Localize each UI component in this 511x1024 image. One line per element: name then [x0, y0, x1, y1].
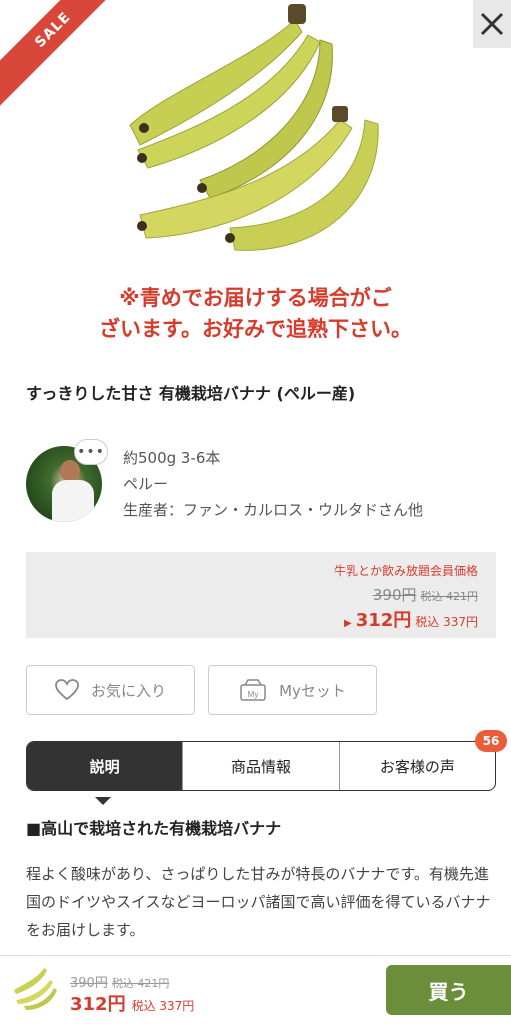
notice-line-1: ※青めでお届けする場合がご [119, 286, 392, 310]
favorite-button[interactable]: お気に入り [26, 665, 195, 715]
basket-icon: My [240, 679, 266, 701]
sale-badge: SALE [0, 0, 140, 123]
heart-icon [55, 679, 79, 701]
notice-line-2: ざいます。お好みで追熟下さい。 [99, 317, 412, 341]
favorite-label: お気に入り [90, 681, 166, 700]
product-image-area: SALE ※青めでお届けする場合がご ざいます。お好みで追熟下さい。 [0, 0, 511, 355]
bottom-regular-price: 390円 [70, 976, 108, 991]
producer-name: 生産者：ファン・カルロス・ウルタドさん他 [123, 501, 424, 519]
description-heading: ■高山で栽培された有機栽培バナナ [26, 819, 282, 838]
ripening-notice: ※青めでお届けする場合がご ざいます。お好みで追熟下さい。 [0, 283, 511, 345]
bottom-sale-price: 312円 [70, 994, 126, 1015]
basket-icon-text: My [248, 690, 259, 699]
myset-label: Myセット [279, 681, 346, 700]
myset-button[interactable]: My Myセット [208, 665, 377, 715]
banana-image [129, 4, 379, 251]
buy-button[interactable]: 買う [386, 965, 511, 1015]
bottom-regular-price-row: 390円 税込 421円 [70, 972, 169, 991]
detail-tabs: 説明 商品情報 お客様の声 [26, 741, 496, 791]
sale-price-row: ▶ 312円 税込 337円 [344, 606, 478, 632]
close-icon [480, 12, 504, 36]
bottom-regular-price-tax: 税込 421円 [111, 977, 170, 990]
product-title: すっきりした甘さ 有機栽培バナナ (ペルー産) [26, 384, 356, 403]
tab-description[interactable]: 説明 [27, 742, 183, 790]
avatar-shirt [52, 480, 94, 522]
bottom-sale-price-tax: 税込 337円 [131, 999, 195, 1013]
sale-price-tax: 税込 337円 [415, 615, 478, 629]
bottom-sale-price-row: 312円 税込 337円 [70, 990, 194, 1016]
regular-price: 390円 [372, 586, 417, 604]
sale-price: 312円 [355, 610, 412, 631]
price-panel: 牛乳とか飲み放題会員価格 390円 税込 421円 ▶ 312円 税込 337円 [26, 552, 496, 638]
product-origin: ペルー [123, 475, 169, 493]
bottom-purchase-bar: 390円 税込 421円 312円 税込 337円 買う [0, 955, 511, 1024]
tab-customer-reviews[interactable]: お客様の声 [338, 742, 495, 790]
avatar-face [60, 460, 80, 482]
review-count-badge: 56 [475, 730, 507, 752]
active-tab-pointer [95, 790, 111, 805]
product-amount: 約500g 3-6本 [123, 449, 221, 467]
producer-comment-bubble-icon[interactable]: ••• [74, 439, 108, 465]
regular-price-tax: 税込 421円 [420, 590, 479, 603]
sale-ribbon: SALE [0, 0, 140, 140]
description-body: 程よく酸味があり、さっぱりした甘みが特長のバナナです。有機先進国のドイツやスイス… [26, 865, 491, 939]
price-arrow-icon: ▶ [343, 618, 352, 629]
close-button[interactable] [473, 0, 511, 48]
product-thumbnail [14, 968, 57, 1010]
regular-price-row: 390円 税込 421円 [373, 584, 478, 605]
member-price-label: 牛乳とか飲み放題会員価格 [333, 564, 478, 578]
tab-product-info[interactable]: 商品情報 [182, 742, 338, 790]
